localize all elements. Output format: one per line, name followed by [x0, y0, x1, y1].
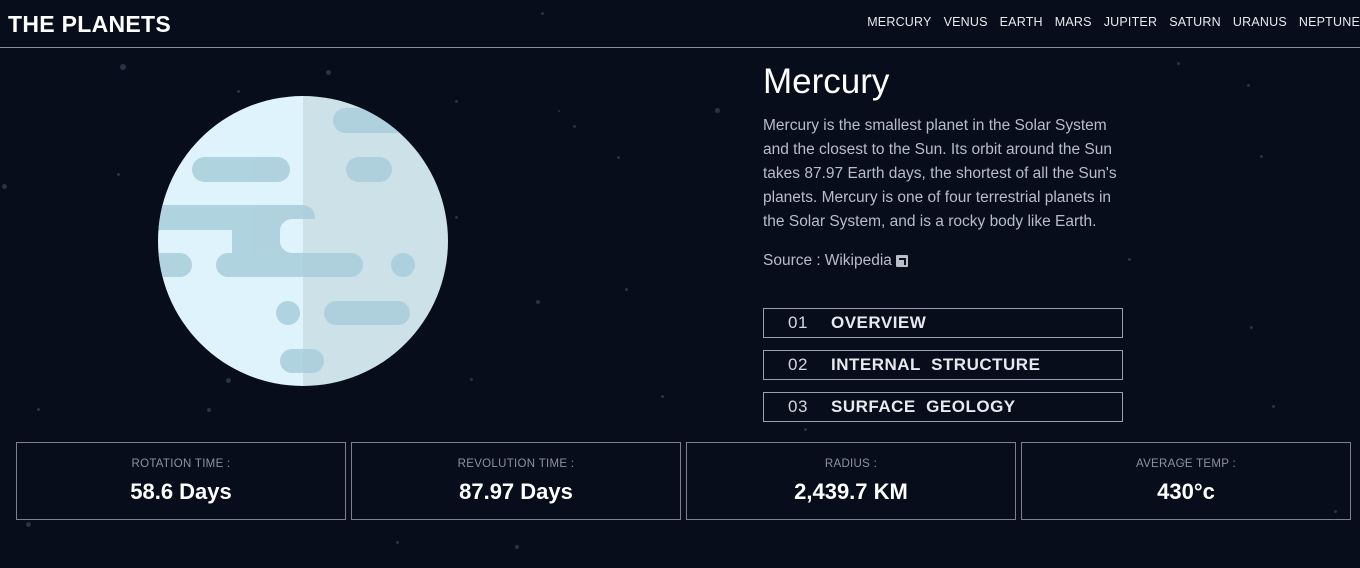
tab-number: 02 [788, 355, 808, 374]
nav-neptune[interactable]: NEPTUNE [1299, 15, 1360, 29]
planet-nav: MERCURY VENUS EARTH MARS JUPITER SATURN … [867, 15, 1360, 29]
tab-number: 01 [788, 313, 808, 332]
view-tabs: 01 OVERVIEW 02 INTERNAL STRUCTURE 03 SUR… [763, 308, 1123, 434]
nav-mars[interactable]: MARS [1055, 15, 1092, 29]
nav-uranus[interactable]: URANUS [1233, 15, 1287, 29]
planet-illustration [158, 96, 448, 386]
planet-description: Mercury is the smallest planet in the So… [763, 117, 1117, 230]
stat-value: 2,439.7 KM [794, 479, 908, 504]
brand-title[interactable]: THE PLANETS [8, 11, 171, 38]
source-line: Source : Wikipedia [763, 252, 1128, 270]
nav-mercury[interactable]: MERCURY [867, 15, 931, 29]
nav-saturn[interactable]: SATURN [1169, 15, 1221, 29]
source-prefix: Source : [763, 252, 821, 269]
tab-label: INTERNAL STRUCTURE [831, 355, 1041, 374]
stat-revolution-time: REVOLUTION TIME : 87.97 Days [351, 442, 681, 520]
wikipedia-link[interactable]: Wikipedia [825, 252, 892, 270]
stat-label: REVOLUTION TIME : [457, 458, 575, 470]
stat-rotation-time: ROTATION TIME : 58.6 Days [16, 442, 346, 520]
planet-info: Mercury Mercury is the smallest planet i… [763, 62, 1128, 270]
external-link-icon[interactable] [895, 255, 908, 267]
tab-overview[interactable]: 01 OVERVIEW [763, 308, 1123, 338]
planet-name: Mercury [763, 62, 890, 101]
tab-number: 03 [788, 397, 808, 416]
stat-radius: RADIUS : 2,439.7 KM [686, 442, 1016, 520]
mercury-planet-icon [158, 96, 448, 386]
stat-label: ROTATION TIME : [131, 458, 231, 470]
nav-earth[interactable]: EARTH [1000, 15, 1043, 29]
tab-surface-geology[interactable]: 03 SURFACE GEOLOGY [763, 392, 1123, 422]
stat-label: AVERAGE TEMP : [1135, 458, 1237, 470]
stat-label: RADIUS : [824, 458, 878, 470]
stat-value: 430°c [1157, 479, 1215, 504]
planet-stats: ROTATION TIME : 58.6 Days REVOLUTION TIM… [16, 442, 1351, 520]
tab-label: SURFACE GEOLOGY [831, 397, 1016, 416]
stat-average-temp: AVERAGE TEMP : 430°c [1021, 442, 1351, 520]
nav-venus[interactable]: VENUS [944, 15, 988, 29]
tab-label: OVERVIEW [831, 313, 927, 332]
stat-value: 87.97 Days [459, 479, 573, 504]
top-bar: THE PLANETS MERCURY VENUS EARTH MARS JUP… [0, 0, 1360, 48]
stat-value: 58.6 Days [130, 479, 232, 504]
tab-internal-structure[interactable]: 02 INTERNAL STRUCTURE [763, 350, 1123, 380]
nav-jupiter[interactable]: JUPITER [1104, 15, 1158, 29]
